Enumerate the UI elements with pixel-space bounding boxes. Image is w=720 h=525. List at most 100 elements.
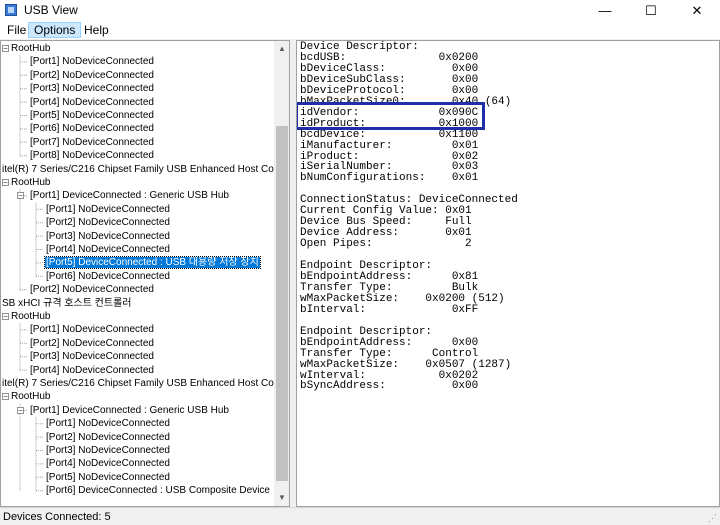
menu-file[interactable]: File — [2, 22, 31, 38]
tree-item-label: [Port4] NoDeviceConnected — [30, 96, 154, 108]
tree-item[interactable]: [Port1] NoDeviceConnected — [29, 323, 155, 336]
usb-view-app-icon — [5, 4, 17, 16]
tree-item-label: [Port5] NoDeviceConnected — [46, 471, 170, 483]
tree-item[interactable]: [Port5] NoDeviceConnected — [45, 471, 171, 484]
tree-item[interactable]: [Port2] NoDeviceConnected — [29, 283, 155, 296]
tree-item-label: [Port7] NoDeviceConnected — [30, 136, 154, 148]
vendor-product-highlight-box — [297, 102, 485, 130]
tree-item[interactable]: [Port2] NoDeviceConnected — [29, 69, 155, 82]
status-devices-connected: Devices Connected: 5 — [3, 511, 111, 523]
tree-item-label: [Port6] NoDeviceConnected — [30, 123, 154, 135]
tree-item[interactable]: [Port1] NoDeviceConnected — [29, 55, 155, 68]
collapse-icon[interactable]: − — [17, 406, 24, 414]
tree-item-label: [Port2] NoDeviceConnected — [30, 284, 154, 296]
descriptor-line: bEndpointAddress: 0x00 — [300, 336, 479, 349]
tree-item[interactable]: [Port3] NoDeviceConnected — [29, 82, 155, 95]
window-title: USB View — [24, 3, 78, 17]
collapse-icon[interactable]: − — [2, 393, 9, 401]
tree-item-label: [Port6] NoDeviceConnected — [46, 270, 170, 282]
tree-item[interactable]: [Port2] NoDeviceConnected — [45, 216, 171, 229]
tree-item[interactable]: [Port1] NoDeviceConnected — [45, 417, 171, 430]
maximize-button[interactable]: ☐ — [628, 0, 674, 21]
tree-item-label: [Port1] NoDeviceConnected — [30, 56, 154, 68]
tree-item[interactable]: [Port4] NoDeviceConnected — [45, 243, 171, 256]
tree-item[interactable]: [Port5] NoDeviceConnected — [29, 109, 155, 122]
tree-item-label: RootHub — [11, 177, 51, 188]
tree-item[interactable]: [Port4] NoDeviceConnected — [29, 96, 155, 109]
tree-item-label: [Port1] NoDeviceConnected — [46, 418, 170, 430]
tree-item-label: [Port8] NoDeviceConnected — [30, 150, 154, 162]
descriptor-line: bInterval: 0xFF — [300, 303, 479, 316]
menu-bar: File Options Help — [0, 21, 720, 39]
scroll-down-arrow-icon[interactable]: ▼ — [274, 490, 289, 506]
tree-item[interactable]: [Port2] NoDeviceConnected — [45, 431, 171, 444]
collapse-icon[interactable]: − — [17, 192, 24, 200]
title-bar: USB View — ☐ ✕ — [0, 0, 720, 21]
tree-item[interactable]: [Port1] DeviceConnected : Generic USB Hu… — [29, 404, 230, 417]
resize-grip-icon[interactable]: ⋰ — [708, 513, 718, 523]
collapse-icon[interactable]: − — [2, 313, 9, 321]
tree-item-selected[interactable]: [Port5] DeviceConnected : USB 대용량 저장 장치 — [44, 256, 261, 270]
tree-item-label: [Port1] NoDeviceConnected — [46, 203, 170, 215]
descriptor-line: bSyncAddress: 0x00 — [300, 380, 479, 393]
device-tree-pane[interactable]: RootHub − [Port1] NoDeviceConnected [Port2]… — [0, 40, 290, 507]
tree-item-label: [Port3] NoDeviceConnected — [46, 445, 170, 456]
tree-item[interactable]: itel(R) 7 Series/C216 Chipset Family USB… — [1, 377, 289, 390]
status-bar: Devices Connected: 5 ⋰ — [0, 507, 720, 525]
tree-item[interactable]: [Port3] NoDeviceConnected — [29, 350, 155, 363]
descriptor-line: bNumConfigurations: 0x01 — [300, 172, 479, 185]
tree-item-label: [Port5] DeviceConnected : USB 대용량 저장 장치 — [44, 256, 261, 270]
tree-item[interactable]: [Port8] NoDeviceConnected — [29, 149, 155, 162]
tree-item-label: SB xHCI 규격 호스트 컨트롤러 — [2, 297, 132, 309]
tree-item[interactable]: [Port3] NoDeviceConnected — [45, 444, 171, 457]
tree-item[interactable]: [Port6] NoDeviceConnected — [45, 270, 171, 283]
tree-item[interactable]: [Port4] NoDeviceConnected — [45, 457, 171, 470]
tree-item[interactable]: [Port1] NoDeviceConnected — [45, 203, 171, 216]
tree-item[interactable]: RootHub — [10, 390, 51, 403]
tree-item-label: [Port1] DeviceConnected : Generic USB Hu… — [30, 404, 229, 416]
tree-item[interactable]: [Port3] NoDeviceConnected — [45, 230, 171, 243]
close-button[interactable]: ✕ — [674, 0, 720, 21]
tree-item-label: RootHub — [11, 311, 51, 322]
descriptor-line: Transfer Type: Control — [300, 347, 479, 360]
tree-item[interactable]: [Port6] NoDeviceConnected — [29, 122, 155, 135]
tree-item-label: [Port2] NoDeviceConnected — [46, 217, 170, 229]
tree-item-label: [Port2] NoDeviceConnected — [30, 69, 154, 81]
tree-item-label: [Port4] NoDeviceConnected — [46, 244, 170, 255]
collapse-icon[interactable]: − — [2, 45, 9, 53]
tree-item-label: [Port6] DeviceConnected : USB Composite … — [46, 485, 270, 497]
scroll-up-arrow-icon[interactable]: ▲ — [274, 41, 289, 57]
tree-item-label: itel(R) 7 Series/C216 Chipset Family USB… — [2, 163, 290, 175]
tree-item-label: [Port5] NoDeviceConnected — [30, 110, 154, 121]
menu-options[interactable]: Options — [28, 22, 82, 38]
tree-item[interactable]: RootHub — [10, 42, 51, 55]
tree-item[interactable]: [Port7] NoDeviceConnected — [29, 136, 155, 149]
tree-item-label: [Port3] NoDeviceConnected — [30, 351, 154, 363]
tree-item-label: [Port3] NoDeviceConnected — [30, 83, 154, 95]
collapse-icon[interactable]: − — [2, 179, 9, 187]
tree-item[interactable]: SB xHCI 규격 호스트 컨트롤러 — [1, 297, 132, 310]
tree-item-label: [Port2] NoDeviceConnected — [46, 431, 170, 443]
tree-item[interactable]: [Port1] DeviceConnected : Generic USB Hu… — [29, 189, 230, 202]
descriptor-line: Open Pipes: 2 — [300, 238, 472, 251]
menu-help[interactable]: Help — [79, 22, 114, 38]
device-details-pane[interactable]: Device Descriptor: bcdUSB: 0x0200 bDeviceC… — [296, 40, 720, 507]
descriptor-line: iManufacturer: 0x01 — [300, 139, 479, 152]
tree-item-label: [Port1] NoDeviceConnected — [30, 324, 154, 336]
tree-item-label: RootHub — [11, 391, 51, 403]
descriptor-line: bcdDevice: 0x1100 — [300, 128, 479, 141]
tree-item[interactable]: [Port4] NoDeviceConnected — [29, 364, 155, 377]
tree-vertical-scrollbar[interactable]: ▲ ▼ — [274, 41, 289, 506]
tree-item-label: [Port2] NoDeviceConnected — [30, 337, 154, 349]
tree-item-label: [Port3] NoDeviceConnected — [46, 230, 170, 242]
minimize-button[interactable]: — — [582, 0, 628, 21]
tree-item[interactable]: itel(R) 7 Series/C216 Chipset Family USB… — [1, 163, 290, 176]
tree-item-label: [Port1] DeviceConnected : Generic USB Hu… — [30, 190, 229, 202]
tree-item[interactable]: RootHub — [10, 310, 51, 323]
scrollbar-thumb[interactable] — [276, 126, 288, 481]
descriptor-line: wMaxPacketSize: 0x0507 (1287) — [300, 358, 512, 371]
tree-item[interactable]: [Port2] NoDeviceConnected — [29, 337, 155, 350]
tree-item-label: [Port4] NoDeviceConnected — [30, 364, 154, 376]
tree-item[interactable]: [Port6] DeviceConnected : USB Composite … — [45, 484, 271, 497]
tree-item[interactable]: RootHub — [10, 176, 51, 189]
